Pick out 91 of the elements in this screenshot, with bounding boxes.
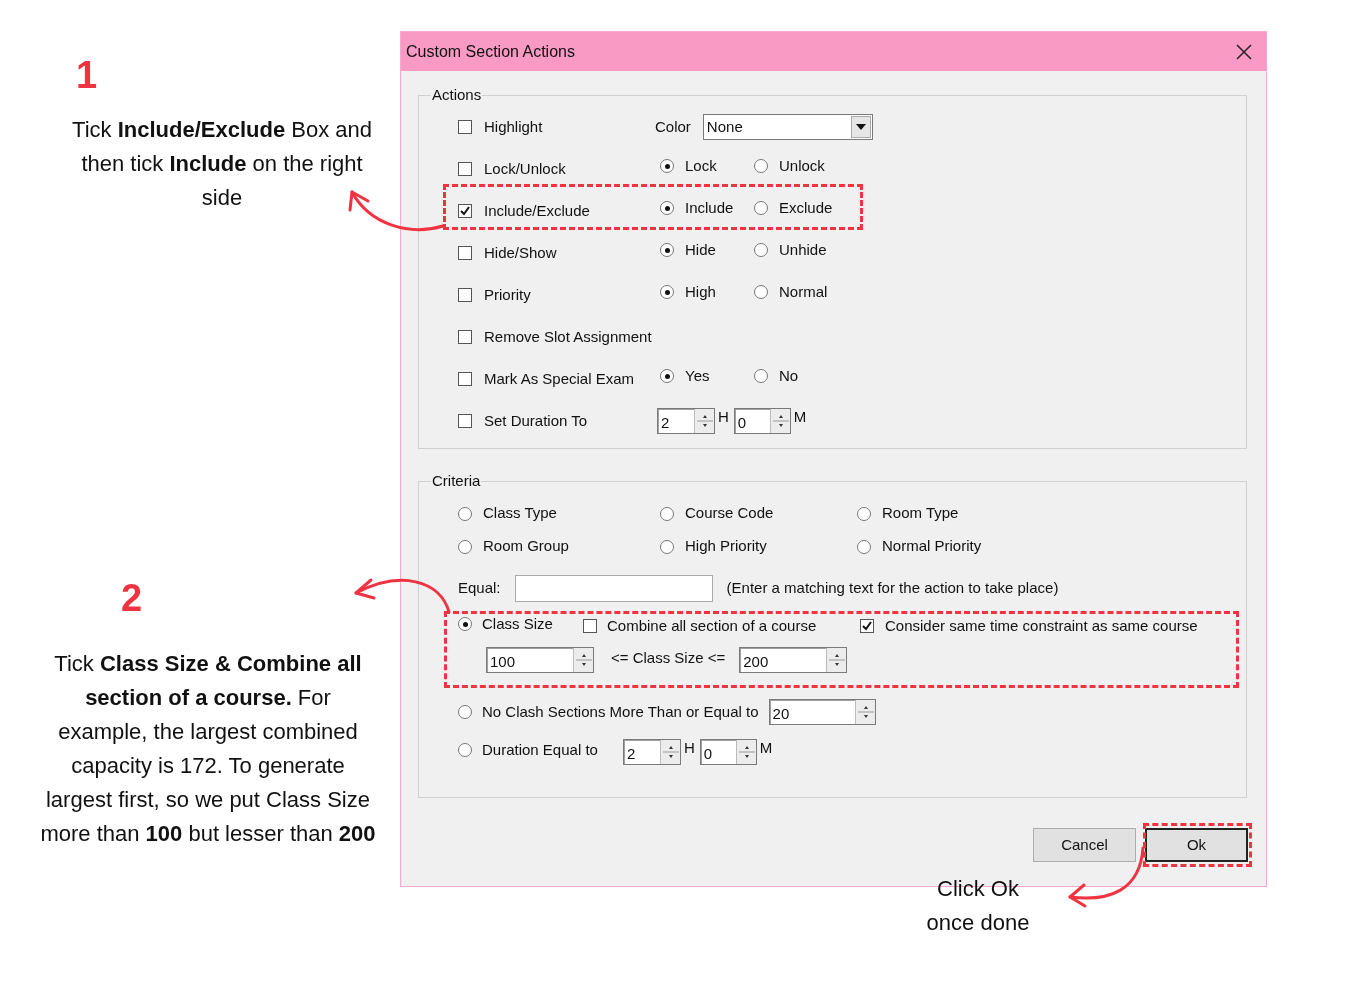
radio-button[interactable]: [458, 506, 472, 521]
checkbox-label: Include/Exclude: [484, 200, 590, 221]
checkbox[interactable]: [458, 246, 472, 260]
spin-box[interactable]: 2: [623, 739, 681, 765]
radio-label: Course Code: [685, 503, 774, 524]
checkbox-label: Consider same time constraint as same course: [885, 615, 1198, 636]
radio-button[interactable]: [660, 285, 674, 299]
checkbox[interactable]: [458, 372, 472, 386]
step-number: 1: [76, 53, 98, 98]
color-dropdown[interactable]: None: [702, 114, 873, 140]
annotation-text: Tick Include/Exclude Box and then tick Include on the right side: [71, 116, 373, 212]
window-title: Custom Section Actions: [406, 41, 575, 62]
checkbox-label: Set Duration To: [484, 410, 588, 431]
radio-label: No Clash Sections More Than or Equal to: [482, 701, 759, 722]
spin-arrows-icon[interactable]: [660, 740, 680, 764]
radio-label: Lock: [685, 155, 717, 176]
radio-button[interactable]: [660, 243, 674, 257]
radio-button[interactable]: [857, 539, 871, 554]
spin-arrows-icon[interactable]: [854, 700, 875, 724]
annotation-text: Tick Class Size & Combine all section of a course. For example, the largest combined capacity is 172. To generate largest first, so we put Class Size more than 100 but lesser than 200: [39, 650, 377, 848]
checkbox[interactable]: [458, 330, 472, 344]
radio-button[interactable]: [754, 369, 768, 383]
spin-box[interactable]: 100: [486, 647, 594, 673]
checkbox[interactable]: [458, 204, 472, 218]
radio-button[interactable]: [458, 539, 472, 554]
radio-button[interactable]: [458, 617, 472, 631]
spin-box[interactable]: 200: [739, 647, 848, 673]
radio-label: Unlock: [779, 155, 825, 176]
step-number: 2: [121, 576, 143, 621]
radio-button[interactable]: [458, 705, 472, 719]
dialog-button[interactable]: Cancel: [1033, 828, 1136, 862]
radio-label: Unhide: [779, 239, 827, 260]
checkbox-label: Hide/Show: [484, 242, 557, 263]
checkbox-label: Lock/Unlock: [484, 158, 566, 179]
spin-arrows-icon[interactable]: [769, 409, 790, 433]
field-label: Equal:: [458, 577, 501, 598]
checkbox-label: Remove Slot Assignment: [484, 326, 652, 347]
checkbox-label: Combine all section of a course: [607, 615, 817, 636]
radio-label: Room Group: [483, 536, 569, 557]
radio-label: Hide: [685, 239, 716, 260]
radio-label: No: [779, 365, 799, 386]
unit-label: M: [759, 737, 773, 758]
unit-label: H: [684, 737, 695, 758]
radio-button[interactable]: [660, 369, 674, 383]
radio-button[interactable]: [857, 506, 871, 521]
checkbox[interactable]: [458, 120, 472, 134]
field-label: Color: [655, 116, 691, 137]
range-label: <= Class Size <=: [611, 647, 726, 668]
input-field[interactable]: [514, 574, 713, 602]
radio-label: Normal Priority: [882, 536, 982, 557]
radio-button[interactable]: [754, 243, 768, 257]
radio-label: High: [685, 281, 716, 302]
radio-label: Include: [685, 197, 734, 218]
checkbox-label: Mark As Special Exam: [484, 368, 635, 389]
radio-label: Duration Equal to: [482, 739, 598, 760]
radio-button[interactable]: [754, 159, 768, 173]
radio-label: Yes: [685, 365, 710, 386]
radio-button[interactable]: [458, 743, 472, 757]
spin-arrows-icon[interactable]: [735, 740, 756, 764]
spin-arrows-icon[interactable]: [826, 648, 847, 672]
dialog-button[interactable]: Ok: [1145, 828, 1248, 862]
checkbox[interactable]: [458, 162, 472, 176]
checkbox[interactable]: [860, 619, 874, 633]
spin-box[interactable]: 2: [657, 408, 715, 434]
checkbox[interactable]: [458, 414, 472, 428]
radio-label: Room Type: [882, 503, 959, 524]
radio-label: Exclude: [779, 197, 833, 218]
radio-label: High Priority: [685, 536, 767, 557]
radio-button[interactable]: [660, 159, 674, 173]
spin-box[interactable]: 0: [733, 408, 791, 434]
radio-button[interactable]: [660, 506, 674, 521]
spin-box[interactable]: 0: [699, 739, 757, 765]
radio-button[interactable]: [660, 201, 674, 215]
unit-label: H: [718, 406, 729, 427]
checkbox-label: Priority: [484, 284, 531, 305]
spin-arrows-icon[interactable]: [573, 648, 593, 672]
radio-label: Normal: [779, 281, 828, 302]
radio-label: Class Size: [482, 613, 553, 634]
unit-label: M: [793, 406, 807, 427]
spin-box[interactable]: 20: [768, 699, 876, 725]
radio-label: Class Type: [483, 503, 557, 524]
radio-button[interactable]: [660, 539, 674, 554]
checkbox[interactable]: [458, 288, 472, 302]
hint-text: (Enter a matching text for the action to take place): [726, 577, 1059, 598]
radio-button[interactable]: [754, 201, 768, 215]
checkbox-label: Highlight: [484, 116, 543, 137]
checkbox[interactable]: [583, 619, 597, 633]
radio-button[interactable]: [754, 285, 768, 299]
close-icon[interactable]: [1236, 43, 1252, 60]
annotation-text: Click Ok once done: [925, 875, 1031, 937]
spin-arrows-icon[interactable]: [694, 409, 714, 433]
